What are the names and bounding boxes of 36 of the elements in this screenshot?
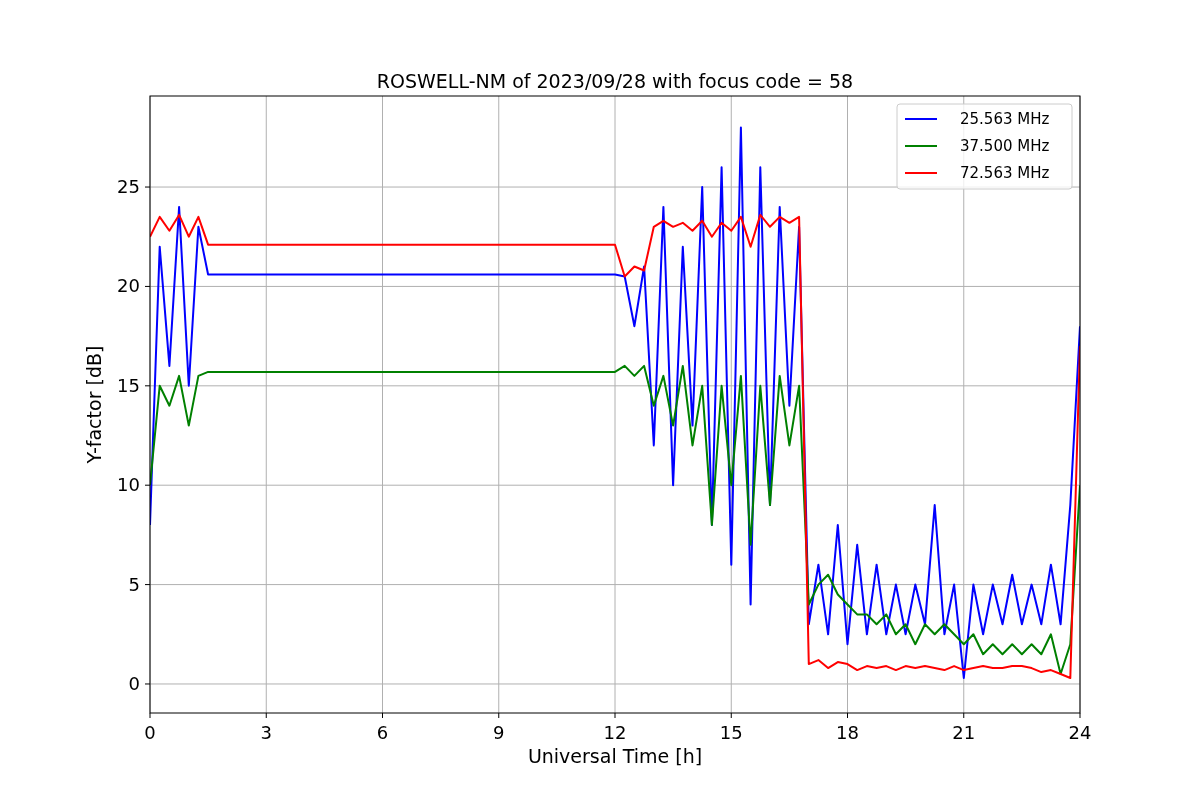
tick-mark <box>144 385 151 387</box>
tick-label: 18 <box>836 722 859 743</box>
tick-mark <box>144 186 151 188</box>
x-axis-label: Universal Time [h] <box>527 745 703 767</box>
tick-label: 0 <box>128 673 140 694</box>
tick-mark <box>498 712 500 719</box>
tick-mark <box>144 484 151 486</box>
tick-label: 5 <box>128 573 140 595</box>
tick-mark <box>265 712 267 719</box>
tick-label: 25 <box>117 176 140 198</box>
tick-label: 15 <box>117 374 140 396</box>
tick-label: 6 <box>376 722 389 743</box>
tick-mark <box>730 712 732 719</box>
tick-label: 12 <box>603 722 627 743</box>
tick-mark <box>144 584 151 586</box>
tick-mark <box>963 712 965 719</box>
tick-label: 9 <box>493 722 505 743</box>
tick-label: 21 <box>952 722 976 743</box>
tick-mark <box>614 712 616 719</box>
tick-mark <box>382 712 383 719</box>
tick-mark <box>144 285 151 287</box>
legend-label: 25.563 MHz <box>960 110 1050 128</box>
tick-mark <box>144 683 151 685</box>
tick-mark <box>847 712 848 719</box>
tick-mark <box>149 712 151 719</box>
tick-label: 3 <box>260 722 272 743</box>
tick-mark <box>1079 712 1081 719</box>
tick-label: 24 <box>1068 722 1092 743</box>
legend-label: 37.500 MHz <box>960 137 1050 155</box>
tick-label: 20 <box>117 275 140 297</box>
legend-label: 72.563 MHz <box>960 164 1050 182</box>
y-axis-label: Y-factor [dB] <box>83 345 105 464</box>
chart-title: ROSWELL-NM of 2023/09/28 with focus code = 58 <box>376 70 854 92</box>
tick-label: 15 <box>719 722 743 743</box>
tick-label: 0 <box>144 722 156 743</box>
tick-label: 10 <box>117 474 140 496</box>
